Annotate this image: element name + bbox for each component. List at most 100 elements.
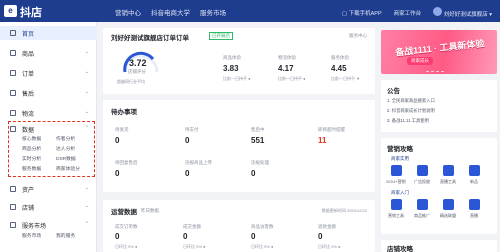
shop-score-label: 店铺评分 bbox=[128, 69, 146, 74]
assets-icon bbox=[10, 186, 16, 192]
sidebar-item-home[interactable]: 首页 bbox=[0, 26, 97, 40]
account-menu[interactable]: 刘好好测试旗舰店 ▾ bbox=[433, 7, 492, 18]
ops-trend: 日环比 0% ● bbox=[183, 244, 206, 249]
sidebar-item-products[interactable]: 商品 ⌄ bbox=[0, 46, 97, 60]
workbench-link[interactable]: 商家工作台 bbox=[394, 9, 422, 17]
sidebar-item-label: 订单 bbox=[22, 71, 35, 78]
shop-title: 刘好好测试旗舰店订单订单 bbox=[111, 35, 189, 42]
ads-icon[interactable] bbox=[417, 165, 428, 176]
todo-label: 售后中 bbox=[251, 127, 265, 132]
marketing-tool-icon[interactable] bbox=[391, 199, 402, 210]
ops-value: 0 bbox=[318, 232, 323, 241]
todo-value[interactable]: 0 bbox=[185, 136, 189, 145]
todo-value[interactable]: 551 bbox=[251, 136, 264, 145]
submenu-service-market[interactable]: 服务市场 bbox=[22, 232, 56, 239]
todo-value[interactable]: 0 bbox=[115, 136, 119, 145]
sidebar-item-label: 售后 bbox=[22, 91, 35, 98]
home-icon bbox=[10, 30, 16, 36]
submenu-my-services[interactable]: 我的服务 bbox=[56, 232, 90, 239]
marketing-section: 商家实用 bbox=[391, 156, 409, 161]
ops-label: 成交金额 bbox=[183, 224, 201, 229]
announcement-item[interactable]: 2. 抖音商家成长计划说明 bbox=[387, 108, 435, 114]
top-right: ▢ 下载手机APP 商家工作台 刘好好测试旗舰店 ▾ bbox=[342, 7, 492, 18]
announcement-card: 公告 1. 全民商家商品搜索入口 2. 抖音商家成长计划说明 3. 备战11.1… bbox=[381, 80, 497, 132]
ops-trend: 日环比 0% ● bbox=[115, 244, 138, 249]
banner-headline: 备战1111 · 工具新体验 bbox=[394, 38, 485, 58]
live-icon[interactable] bbox=[443, 165, 454, 176]
todo-value-warning[interactable]: 11 bbox=[318, 136, 326, 145]
sidebar-item-label: 资产 bbox=[22, 187, 35, 194]
announcement-item[interactable]: 1. 全民商家商品搜索入口 bbox=[387, 98, 435, 104]
service-submenu: 服务市场 我的服务 bbox=[22, 232, 90, 239]
store-guide-title: 店铺攻略 bbox=[387, 246, 413, 252]
todo-label: 待回复售后 bbox=[115, 160, 138, 165]
ops-trend: 日环比 0% ● bbox=[251, 244, 274, 249]
todo-value[interactable]: 0 bbox=[251, 169, 255, 178]
marketing-guide-card: 营销攻略 商家实用 DOU+营销 广告投放 直播工具 新品 商家入门 营销工具 … bbox=[381, 138, 497, 234]
logistics-icon bbox=[10, 110, 16, 116]
chevron-up-icon: ⌃ bbox=[84, 221, 89, 227]
sidebar-item-service-market[interactable]: 服务市场 ⌃ bbox=[0, 218, 97, 232]
nav-university[interactable]: 抖音电商大学 bbox=[151, 7, 190, 17]
sidebar-item-logistics[interactable]: 物流 ⌄ bbox=[0, 106, 97, 120]
promote-icon[interactable] bbox=[417, 199, 428, 210]
tile-label: 商品推广 bbox=[414, 213, 430, 218]
stat-trend: 比前一日持平 ▼ bbox=[331, 76, 361, 81]
avatar bbox=[433, 7, 443, 16]
chevron-down-icon: ⌄ bbox=[84, 109, 89, 115]
stat-trend: 比前一日持平 ● bbox=[223, 76, 251, 81]
shop-name: 刘好好测试旗舰店 bbox=[443, 12, 488, 18]
dou-plus-icon[interactable] bbox=[391, 165, 402, 176]
ops-value: 0 bbox=[115, 232, 120, 241]
store-guide-card: 店铺攻略 bbox=[381, 240, 497, 252]
sidebar-item-label: 服务市场 bbox=[22, 223, 47, 230]
sidebar-item-orders[interactable]: 订单 ⌄ bbox=[0, 66, 97, 80]
shop-score-card: 刘好好测试旗舰店订单订单 已开展店 服务中心 3.72 店铺评分 超越同行业平均… bbox=[103, 28, 375, 94]
nav-service-market[interactable]: 服务市场 bbox=[200, 7, 226, 17]
tile-label: 营销工具 bbox=[388, 213, 404, 218]
banner-subtitle: 商家成长 bbox=[407, 57, 433, 65]
todo-label: 待支付 bbox=[185, 127, 199, 132]
promo-banner[interactable]: 备战1111 · 工具新体验 商家成长 bbox=[381, 30, 497, 74]
stat-value: 3.83 bbox=[223, 64, 239, 73]
download-app-label: 下载手机APP bbox=[348, 10, 382, 17]
logo-icon[interactable]: e bbox=[4, 5, 17, 17]
todo-title: 待办事项 bbox=[111, 109, 137, 116]
chevron-down-icon: ⌄ bbox=[84, 49, 89, 55]
alliance-icon[interactable] bbox=[443, 199, 454, 210]
todo-label: 违规处理 bbox=[251, 160, 269, 165]
banner-pager[interactable] bbox=[426, 70, 444, 72]
stat-value: 4.45 bbox=[331, 64, 347, 73]
stat-label: 物流体验 bbox=[278, 55, 296, 60]
sidebar-item-store[interactable]: 店铺 ⌄ bbox=[0, 200, 97, 214]
operations-card: 运营数据 昨日数据 数据更新时间 2020/12/22 成交订单数 0 日环比 … bbox=[103, 200, 375, 252]
tile-label: DOU+营销 bbox=[386, 179, 406, 184]
new-product-icon[interactable] bbox=[469, 165, 480, 176]
tile-label: 新品 bbox=[470, 179, 478, 184]
ops-value: 0 bbox=[251, 232, 256, 241]
ops-label: 退款金额 bbox=[318, 224, 336, 229]
sidebar-item-label: 店铺 bbox=[22, 205, 35, 212]
service-center-link[interactable]: 服务中心 bbox=[349, 33, 367, 39]
service-icon bbox=[10, 222, 16, 228]
shop-score: 3.72 bbox=[129, 58, 147, 68]
sidebar-item-assets[interactable]: 资产 ⌄ bbox=[0, 182, 97, 196]
sidebar-item-after-sales[interactable]: 售后 ⌄ bbox=[0, 86, 97, 100]
store-icon bbox=[10, 204, 16, 210]
brand-name[interactable]: 抖店 bbox=[20, 4, 42, 20]
tile-label: 广告投放 bbox=[414, 179, 430, 184]
ops-subtitle: 昨日数据 bbox=[141, 208, 159, 213]
announcement-item[interactable]: 3. 备战11.11 工具使用 bbox=[387, 118, 429, 124]
sidebar-item-label: 物流 bbox=[22, 111, 35, 118]
announcement-title: 公告 bbox=[387, 88, 400, 95]
todo-value[interactable]: 0 bbox=[115, 169, 119, 178]
marketing-title: 营销攻略 bbox=[387, 146, 413, 153]
todo-value[interactable]: 0 bbox=[185, 169, 189, 178]
nav-marketing-center[interactable]: 营销中心 bbox=[115, 7, 141, 17]
download-app-link[interactable]: ▢ 下载手机APP bbox=[342, 9, 382, 17]
stream-icon[interactable] bbox=[469, 199, 480, 210]
chevron-down-icon: ⌄ bbox=[84, 69, 89, 75]
ops-label: 商品访客数 bbox=[251, 224, 274, 229]
data-section-highlight bbox=[8, 121, 95, 177]
top-nav: 营销中心 抖音电商大学 服务市场 bbox=[115, 7, 226, 17]
